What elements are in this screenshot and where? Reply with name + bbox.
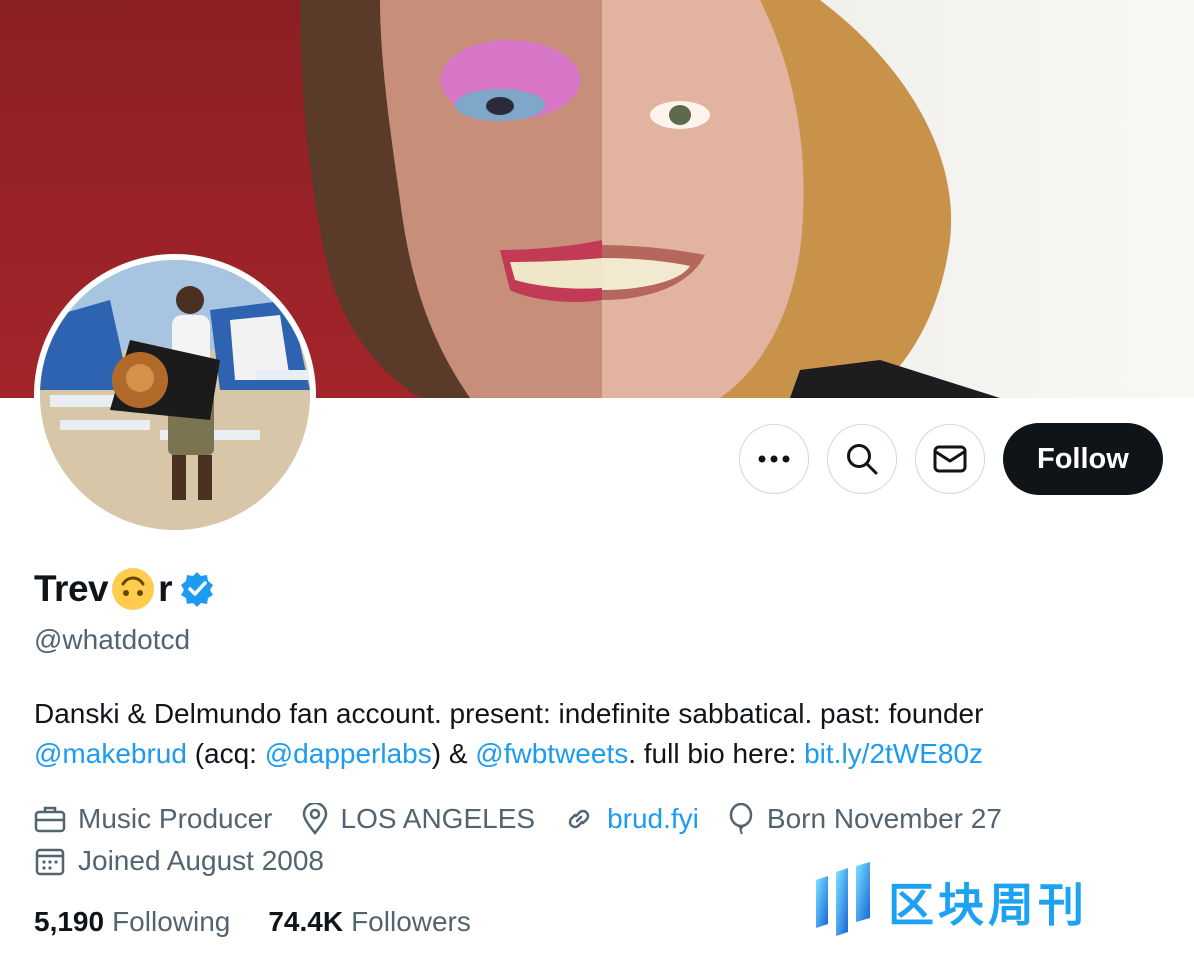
profile-bio: Danski & Delmundo fan account. present: … (34, 698, 984, 769)
follow-button[interactable]: Follow (1003, 423, 1163, 495)
bio-link[interactable]: bit.ly/2tWE80z (804, 738, 983, 769)
more-icon (758, 455, 790, 463)
website-item: brud.fyi (563, 803, 699, 835)
profession-item: Music Producer (34, 803, 273, 835)
following-link[interactable]: 5,190 Following (34, 906, 230, 938)
display-name: Trev r (34, 566, 173, 612)
profile-stats: 5,190 Following 74.4K Followers (34, 906, 471, 938)
profile-handle: @whatdotcd (34, 624, 191, 655)
mention-makebrud[interactable]: @makebrud (34, 738, 187, 769)
briefcase-icon (34, 806, 66, 833)
calendar-icon (35, 848, 65, 876)
upside-down-face-emoji (112, 568, 155, 610)
link-icon (568, 809, 590, 829)
website-link[interactable]: brud.fyi (607, 803, 699, 835)
verified-badge-icon[interactable] (178, 570, 216, 608)
message-button[interactable] (915, 424, 985, 494)
joined-item: Joined August 2008 (34, 845, 324, 877)
profile-name-row: Trev r (34, 566, 216, 612)
search-button[interactable] (827, 424, 897, 494)
location-pin-icon (302, 803, 327, 835)
mention-dapperlabs[interactable]: @dapperlabs (265, 738, 432, 769)
birthday-item: Born November 27 (727, 803, 1002, 835)
more-button[interactable] (739, 424, 809, 494)
watermark-logo-icon (816, 862, 870, 936)
search-icon (847, 444, 878, 475)
followers-link[interactable]: 74.4K Followers (268, 906, 471, 938)
watermark-text: 区块周刊 (888, 878, 1088, 932)
balloon-icon (729, 803, 753, 835)
profile-avatar[interactable] (34, 254, 316, 536)
profile-actions: Follow (739, 423, 1163, 495)
mention-fwbtweets[interactable]: @fwbtweets (475, 738, 628, 769)
location-item: LOS ANGELES (301, 803, 535, 835)
mail-icon (933, 445, 967, 473)
watermark: 区块周刊 (810, 862, 1088, 942)
